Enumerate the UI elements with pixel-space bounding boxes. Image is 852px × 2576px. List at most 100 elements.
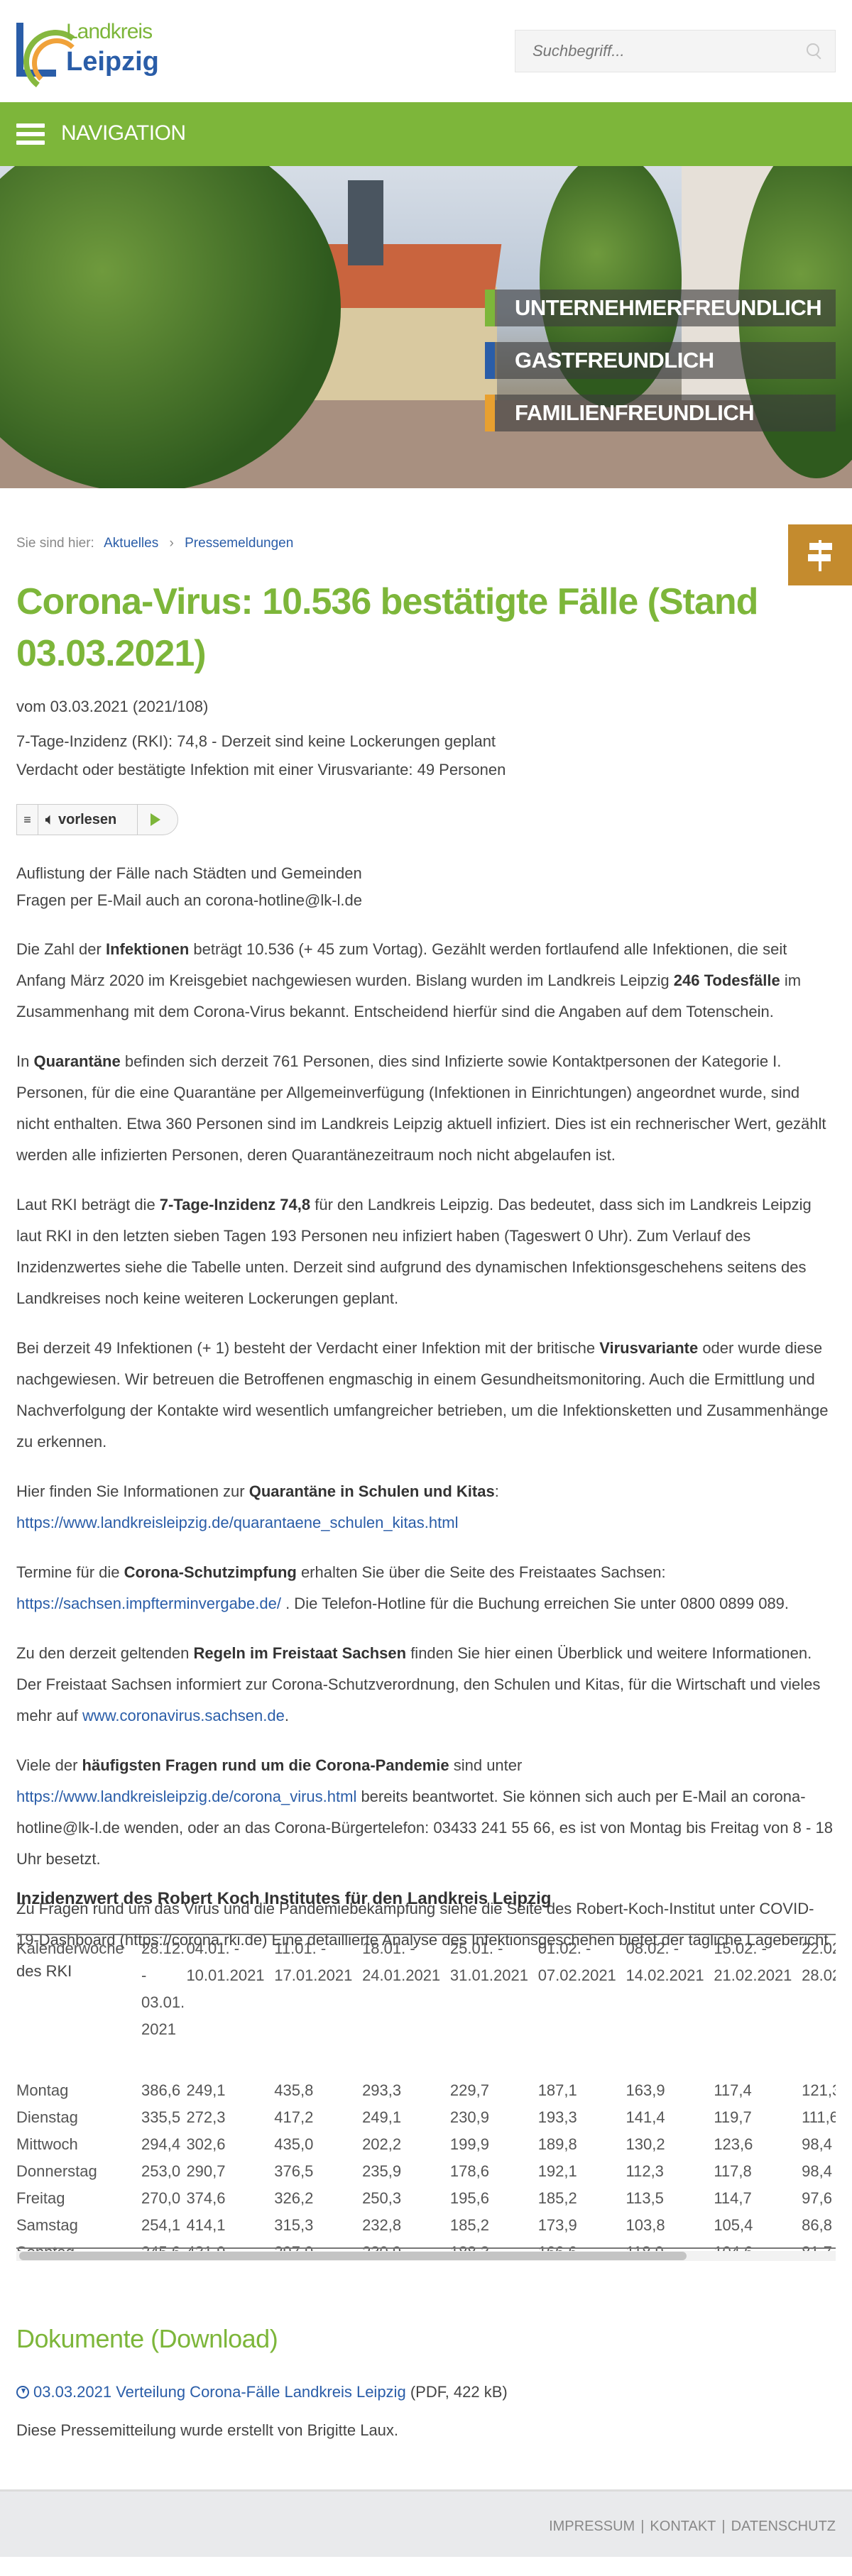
bold-text: häufigsten Fragen rund um die Corona-Pan… <box>82 1756 449 1774</box>
publish-date: vom 03.03.2021 (2021/108) <box>16 698 209 715</box>
table-cell: 235,9 <box>362 2162 402 2180</box>
incidence-table: Kalenderwoche 28.12. - 03.01. 2021 04.01. … <box>16 1935 836 2257</box>
inline-link[interactable]: https://www.landkreisleipzig.de/corona_v… <box>16 1788 356 1805</box>
column-header: 28.12. - 03.01. 2021 <box>141 1939 185 2038</box>
intro-line: Fragen per E-Mail auch an corona-hotline… <box>16 891 363 909</box>
table-cell: 435,8 <box>274 2081 314 2099</box>
download-icon[interactable] <box>16 2386 29 2399</box>
text: . <box>284 1707 289 1724</box>
table-cell: 230,9 <box>449 2108 489 2126</box>
play-icon[interactable] <box>151 813 160 826</box>
search-box <box>515 30 836 72</box>
column-header: 01.02. - 07.02.2021 <box>537 1939 616 1984</box>
table-cell: 414,1 <box>186 2216 226 2234</box>
table-cell: 178,6 <box>449 2162 489 2180</box>
table-cell: 195,6 <box>449 2189 489 2207</box>
text: In <box>16 1052 34 1070</box>
hero-link-unternehmerfreundlich[interactable]: UNTERNEHMERFREUNDLICH <box>485 290 836 326</box>
table-cell: 112,3 <box>626 2162 664 2180</box>
document-download-link[interactable]: 03.03.2021 Verteilung Corona-Fälle Landk… <box>33 2383 406 2401</box>
text: sind unter <box>449 1756 523 1774</box>
breadcrumb: Sie sind hier: Aktuelles › Pressemeldung… <box>16 536 293 551</box>
inline-link[interactable]: https://www.landkreisleipzig.de/quaranta… <box>16 1514 458 1531</box>
table-cell: 141,4 <box>626 2108 665 2126</box>
row-label: Donnerstag <box>16 2162 97 2180</box>
navigation-bar[interactable]: NAVIGATION <box>0 102 852 166</box>
text: Laut RKI beträgt die <box>16 1196 160 1213</box>
table-row: Dienstag 335,5 272,3 417,2 249,1 230,9 193,3 14… <box>16 2104 836 2131</box>
breadcrumb-pressemeldungen[interactable]: Pressemeldungen <box>185 536 293 551</box>
author-credit: Diese Pressemitteilung wurde erstellt vo… <box>16 2421 399 2439</box>
search-input[interactable] <box>515 31 785 72</box>
table-title: Inzidenzwert des Robert Koch Institutes … <box>16 1889 552 1908</box>
table-cell: 253,0 <box>141 2162 181 2180</box>
text: Viele der <box>16 1756 82 1774</box>
table-cell: 130,2 <box>626 2135 665 2153</box>
column-header: 15.02. - 21.02.2021 <box>714 1939 792 1984</box>
breadcrumb-separator: › <box>169 536 174 551</box>
table-cell: 293,3 <box>362 2081 402 2099</box>
site-logo[interactable]: Landkreis Leipzig <box>16 20 169 98</box>
footer-link-impressum[interactable]: IMPRESSUM <box>549 2519 635 2534</box>
table-cell: 202,2 <box>362 2135 402 2153</box>
table-horizontal-scrollbar[interactable] <box>16 2251 836 2261</box>
table-cell: 113,5 <box>626 2189 664 2207</box>
table-cell: 98,4 <box>802 2162 832 2180</box>
table-cell: 326,2 <box>274 2189 314 2207</box>
hero-link-gastfreundlich[interactable]: GASTFREUNDLICH <box>485 342 836 379</box>
table-cell: 123,6 <box>714 2135 753 2153</box>
paragraph: In Quarantäne befinden sich derzeit 761 … <box>16 1046 836 1171</box>
table-cell: 121,3 <box>802 2081 836 2099</box>
footer-link-datenschutz[interactable]: DATENSCHUTZ <box>731 2519 836 2534</box>
lead-line: 7-Tage-Inzidenz (RKI): 74,8 - Derzeit si… <box>16 732 496 750</box>
text: erhalten Sie über die Seite des Freistaa… <box>296 1563 666 1581</box>
hero-slider: UNTERNEHMERFREUNDLICH GASTFREUNDLICH FAM… <box>0 166 852 488</box>
read-aloud-widget: ≡ 🔈︎ vorlesen <box>16 804 178 835</box>
scrollbar-thumb[interactable] <box>19 2252 687 2260</box>
table-row: Montag 386,6 249,1 435,8 293,3 229,7 187,1 163,… <box>16 2077 836 2104</box>
table-row: Donnerstag 253,0 290,7 376,5 235,9 178,6 192,1… <box>16 2158 836 2185</box>
table-cell: 232,8 <box>362 2216 402 2234</box>
bold-text: Quarantäne in Schulen und Kitas <box>248 1482 495 1500</box>
table-cell: 435,0 <box>274 2135 314 2153</box>
table-cell: 254,1 <box>141 2216 181 2234</box>
table-cell: 386,6 <box>141 2081 181 2099</box>
intro-text: Auflistung der Fälle nach Städten und Ge… <box>16 860 836 914</box>
hamburger-menu-icon[interactable] <box>16 123 45 145</box>
speaker-icon: 🔈︎ <box>45 811 54 827</box>
navigation-label[interactable]: NAVIGATION <box>61 121 186 145</box>
bold-text: Quarantäne <box>33 1052 121 1070</box>
read-aloud-button[interactable]: 🔈︎ vorlesen <box>38 805 138 835</box>
hero-link-familienfreundlich[interactable]: FAMILIENFREUNDLICH <box>485 395 836 431</box>
breadcrumb-aktuelles[interactable]: Aktuelles <box>104 536 158 551</box>
paragraph: Bei derzeit 49 Infektionen (+ 1) besteht… <box>16 1333 836 1458</box>
search-icon[interactable] <box>807 43 819 56</box>
table-cell: 103,8 <box>626 2216 665 2234</box>
bold-text: Corona-Schutzimpfung <box>124 1563 297 1581</box>
inline-link[interactable]: www.coronavirus.sachsen.de <box>82 1707 285 1724</box>
table-bottom-border <box>16 2247 836 2249</box>
column-header: 25.01. - 31.01.2021 <box>449 1939 528 1984</box>
incidence-table-container: Kalenderwoche 28.12. - 03.01. 2021 04.01. … <box>16 1934 836 2257</box>
accent-bar <box>485 395 495 431</box>
table-cell: 97,6 <box>802 2189 832 2207</box>
signpost-button[interactable] <box>788 524 852 585</box>
inline-link[interactable]: https://sachsen.impfterminvergabe.de/ <box>16 1595 281 1612</box>
paragraph: Laut RKI beträgt die 7-Tage-Inzidenz 74,… <box>16 1189 836 1314</box>
table-cell: 86,8 <box>802 2216 832 2234</box>
bold-text: Regeln im Freistaat Sachsen <box>193 1644 407 1662</box>
divider: | <box>721 2519 726 2534</box>
column-header: 11.01. - 17.01.2021 <box>274 1939 353 1984</box>
footer-link-kontakt[interactable]: KONTAKT <box>650 2519 716 2534</box>
breadcrumb-prefix: Sie sind hier: <box>16 536 94 551</box>
column-header: 04.01. - 10.01.2021 <box>186 1939 265 1984</box>
table-cell: 290,7 <box>186 2162 226 2180</box>
tower-image <box>348 180 383 265</box>
table-cell: 249,1 <box>362 2108 402 2126</box>
text: : <box>494 1482 499 1500</box>
text: Hier finden Sie Informationen zur <box>16 1482 249 1500</box>
table-cell: 105,4 <box>714 2216 753 2234</box>
table-cell: 229,7 <box>449 2081 489 2099</box>
logo-mark <box>16 23 92 98</box>
menu-icon[interactable]: ≡ <box>17 805 38 835</box>
